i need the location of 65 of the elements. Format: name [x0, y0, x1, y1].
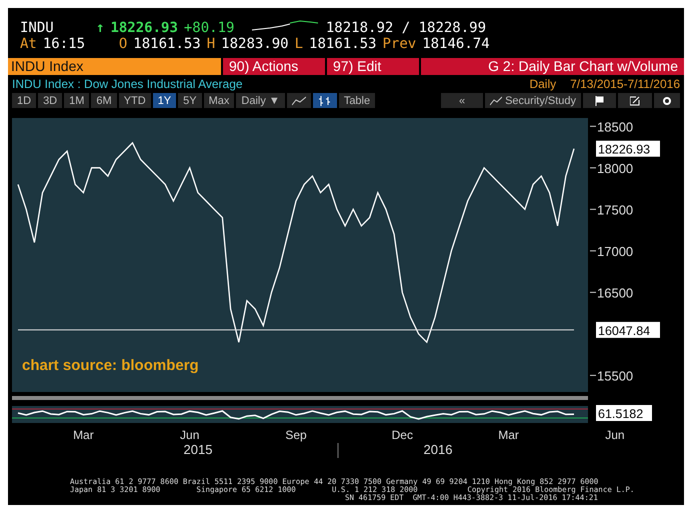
- month-label: Jun: [605, 428, 625, 442]
- line-chart-icon[interactable]: [286, 93, 311, 108]
- date-range: 7/13/2015-7/11/2016: [570, 77, 680, 90]
- chart-title: G 2: Daily Bar Chart w/Volume: [421, 58, 684, 75]
- year-label: 2016: [424, 442, 452, 457]
- settings-icon[interactable]: [654, 93, 680, 108]
- y-tick-label: 16500: [597, 285, 634, 300]
- security-field[interactable]: INDU Index: [8, 58, 221, 75]
- period-label: Daily: [529, 77, 556, 90]
- bar-chart-icon[interactable]: [312, 93, 337, 108]
- y-tick-label: 16500: [590, 285, 634, 300]
- indicator-value-marker: 61.5182: [596, 405, 652, 421]
- y-tick-label: 18000: [597, 160, 634, 176]
- intraday-sparkline-drawing: [250, 18, 320, 32]
- last-price: 18226.93: [110, 20, 178, 36]
- back-button[interactable]: «: [440, 93, 484, 108]
- last-price-marker: 18226.93: [596, 140, 660, 157]
- chart-source-label: chart source: bloomberg: [22, 357, 199, 374]
- y-tick-label: 15500: [590, 368, 634, 384]
- period-tab[interactable]: 6M: [91, 93, 117, 108]
- y-tick-label: 17500: [590, 202, 634, 218]
- y-tick-label: 17000: [590, 244, 634, 259]
- period-tab[interactable]: 1D: [12, 93, 36, 108]
- high-value: 18283.90: [221, 36, 289, 52]
- month-label: Mar: [498, 428, 519, 442]
- low-value: 18161.53: [309, 36, 376, 52]
- edit-icon[interactable]: [618, 93, 652, 108]
- high-label: H: [206, 36, 216, 52]
- month-label: Sep: [285, 428, 307, 442]
- flag-icon[interactable]: [583, 93, 616, 108]
- year-label: 2015: [184, 442, 212, 457]
- security-study-button[interactable]: Security/Study: [485, 93, 581, 108]
- edit-menu[interactable]: 97) Edit: [327, 58, 419, 75]
- price-change: +80.19: [184, 20, 236, 36]
- prev-value: 18146.74: [422, 36, 490, 52]
- month-label: Jun: [180, 428, 200, 442]
- actions-menu[interactable]: 90) Actions: [223, 58, 325, 75]
- period-tab[interactable]: 1M: [64, 93, 90, 108]
- table-button[interactable]: Table: [338, 93, 376, 108]
- frequency-dropdown[interactable]: Daily ▼: [236, 93, 285, 108]
- y-tick-label: 18000: [590, 160, 634, 176]
- up-arrow-icon: ↑: [96, 20, 104, 36]
- y-tick-label: 17500: [597, 202, 634, 218]
- period-tab[interactable]: Max: [204, 93, 234, 108]
- period-tab[interactable]: 1Y: [152, 93, 176, 108]
- time-value: 16:15: [42, 36, 86, 52]
- month-label: Dec: [392, 428, 413, 442]
- period-tab[interactable]: 5Y: [178, 93, 202, 108]
- security-name: INDU Index : Dow Jones Industrial Average: [12, 77, 244, 90]
- month-label: Mar: [73, 428, 94, 442]
- bid-ask: 18218.92 / 18228.99: [326, 20, 486, 36]
- open-value: 18161.53: [133, 36, 201, 52]
- y-tick-label: 18500: [597, 119, 634, 134]
- period-tab[interactable]: YTD: [118, 93, 151, 108]
- prev-label: Prev: [382, 36, 416, 52]
- y-tick-label: 18500: [590, 119, 634, 134]
- chart-icon: [490, 96, 502, 106]
- y-tick-label: 15500: [597, 368, 634, 384]
- low-label: L: [294, 36, 304, 52]
- time-label: At: [20, 36, 37, 52]
- y-tick-label: 17000: [597, 244, 634, 259]
- open-label: O: [118, 36, 128, 52]
- period-tab[interactable]: 3D: [38, 93, 62, 108]
- ticker: INDU: [20, 20, 55, 36]
- level-marker: 16047.84: [596, 322, 660, 338]
